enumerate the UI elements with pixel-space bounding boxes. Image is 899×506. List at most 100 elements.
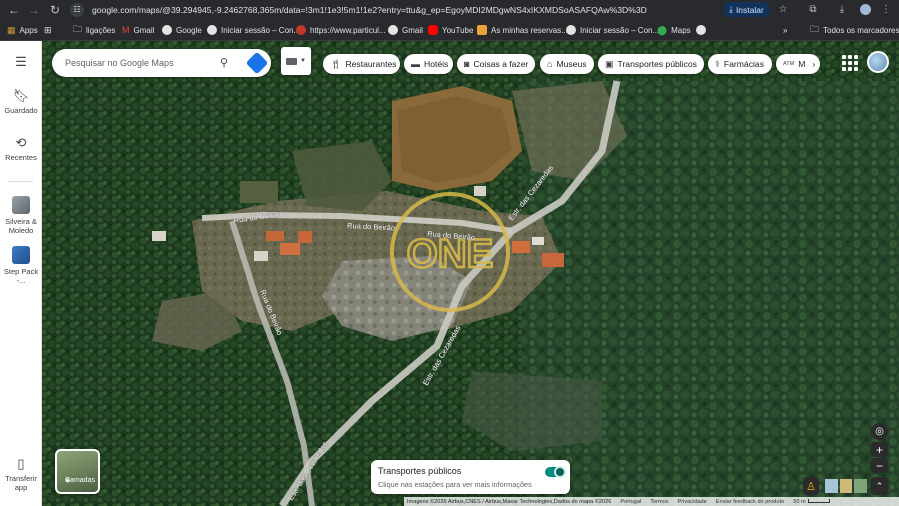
bookmark-particular[interactable]: https://www.particul... — [296, 22, 386, 38]
forward-icon[interactable]: → — [23, 0, 45, 19]
footer-country[interactable]: Portugal — [620, 499, 641, 505]
fork-knife-icon: 🍴︎ — [330, 58, 342, 69]
imagery-thumb[interactable] — [854, 479, 868, 493]
bookmark-ligacoes[interactable]: 🗀 ligações — [73, 22, 115, 38]
zoom-in-button[interactable]: + — [871, 442, 888, 457]
screen: ← → ↻ ☷ google.com/maps/@39.294945,-9.24… — [0, 0, 899, 506]
maps-pin-icon: ⬤ — [657, 24, 668, 35]
bookmark-star-icon[interactable]: ☆ — [774, 0, 792, 19]
site-icon — [477, 25, 487, 35]
chevron-right-icon[interactable]: › — [812, 59, 815, 69]
search-icon[interactable]: ⚲ — [220, 56, 228, 69]
footer-feedback[interactable]: Enviar feedback do produto — [716, 499, 784, 505]
recents-button[interactable]: ⟲ Recentes — [0, 135, 42, 163]
chip-atm[interactable]: ATM M › — [776, 54, 820, 74]
url-text[interactable]: google.com/maps/@39.294945,-9.2462768,36… — [92, 5, 647, 15]
bookmark-google[interactable]: Google — [162, 22, 202, 38]
map-canvas[interactable]: ONE Rua do Beirão Rua do Beirão Rua do B… — [42, 41, 899, 506]
back-icon[interactable]: ← — [3, 0, 25, 19]
scale-indicator[interactable]: 50 m — [793, 499, 830, 505]
zoom-out-button[interactable]: − — [871, 458, 888, 473]
google-icon — [388, 25, 398, 35]
chip-museus[interactable]: ⌂ Museus — [540, 54, 594, 74]
transit-card-subtitle: Clique nas estações para ver mais inform… — [378, 480, 532, 489]
bookmark-gmail[interactable]: M Gmail — [122, 22, 154, 38]
google-icon — [566, 25, 576, 35]
my-location-button[interactable]: ◎ — [871, 423, 888, 440]
phone-icon: ▯ — [17, 456, 25, 471]
search-box[interactable]: ⚲ — [52, 49, 271, 77]
install-app-button[interactable]: ⤓ Instalar — [723, 2, 770, 17]
place-thumbnail — [12, 246, 30, 264]
plus-icon: + — [875, 442, 883, 457]
tab-search-icon[interactable]: ⊞ — [44, 22, 52, 38]
install-label: Instalar — [735, 4, 764, 15]
train-icon: ▣ — [605, 58, 614, 69]
input-tools-button[interactable]: ▼ — [281, 47, 311, 75]
pegman-button[interactable]: ♙ — [803, 477, 819, 495]
imagery-thumb[interactable] — [839, 479, 853, 493]
extensions-icon[interactable]: ⧉ — [804, 0, 822, 19]
chip-transportes-publicos[interactable]: ▣ Transportes públicos — [598, 54, 704, 74]
transit-card-title: Transportes públicos — [378, 466, 462, 476]
bed-icon: ▬ — [411, 59, 420, 69]
gmail-icon: M — [122, 25, 130, 35]
account-avatar[interactable] — [867, 51, 889, 73]
footer-privacy[interactable]: Privacidade — [678, 499, 707, 505]
transit-toggle[interactable] — [545, 466, 566, 478]
address-bar[interactable]: ☷ google.com/maps/@39.294945,-9.2462768,… — [70, 1, 718, 18]
map-footer: Imagens ©2026 Airbus,CNES / Airbus,Maxar… — [404, 497, 899, 506]
all-bookmarks[interactable]: 🗀 Todos os marcadores — [810, 22, 899, 38]
imagery-thumbnails[interactable] — [825, 479, 868, 493]
chip-restaurantes[interactable]: 🍴︎ Restaurantes — [323, 54, 400, 74]
profile-avatar-icon[interactable] — [856, 0, 874, 19]
transfer-app-button[interactable]: ▯ Transferir app — [0, 456, 42, 493]
directions-icon[interactable] — [245, 51, 269, 75]
pegman-icon: ♙ — [806, 480, 816, 493]
site-icon — [296, 25, 306, 35]
recent-place-step-pack[interactable]: Step Pack -... — [0, 246, 42, 285]
bookmarks-overflow-icon[interactable]: » — [783, 22, 787, 38]
bookmark-reservas[interactable]: As minhas reservas... — [477, 22, 568, 38]
place-thumbnail — [12, 196, 30, 214]
satellite-imagery[interactable]: ONE Rua do Beirão Rua do Beirão Rua do B… — [42, 41, 899, 506]
imagery-attribution: Imagens ©2026 Airbus,CNES / Airbus,Maxar… — [407, 498, 612, 505]
pill-icon: ⚕ — [715, 58, 720, 69]
bookmark-iniciar-sessao-1[interactable]: Iniciar sessão – Con... — [207, 22, 300, 38]
keyboard-icon — [286, 57, 298, 65]
minus-icon: − — [875, 458, 883, 473]
transit-layer-card[interactable]: Transportes públicos Clique nas estações… — [371, 460, 570, 494]
imagery-thumb[interactable] — [825, 479, 838, 493]
chip-hoteis[interactable]: ▬ Hotéis — [404, 54, 453, 74]
bookmark-iniciar-sessao-2[interactable]: Iniciar sessão – Con... — [566, 22, 659, 38]
reload-icon[interactable]: ↻ — [44, 0, 66, 19]
bookmark-gmail-2[interactable]: Gmail — [388, 22, 423, 38]
bookmark-apps[interactable]: ▦ Apps — [7, 22, 38, 38]
menu-button[interactable]: ☰ — [0, 55, 42, 72]
chevron-up-icon: ⌃ — [875, 480, 884, 491]
layers-button[interactable]: ◈ Camadas — [55, 449, 100, 494]
expand-imagery-button[interactable]: ⌃ — [871, 477, 888, 495]
google-icon — [162, 25, 172, 35]
site-info-icon[interactable]: ☷ — [70, 2, 84, 17]
google-apps-icon[interactable] — [840, 53, 860, 73]
recent-place-silveira[interactable]: Silveira & Moledo — [0, 196, 42, 235]
museum-icon: ⌂ — [547, 59, 553, 69]
bookmark-icon: 🔖︎ — [12, 88, 30, 103]
footer-terms[interactable]: Termos — [650, 499, 668, 505]
bookmark-maps[interactable]: ⬤ Maps — [657, 22, 691, 38]
folder-icon: 🗀 — [73, 24, 83, 34]
bookmark-extra[interactable] — [696, 22, 706, 38]
google-icon — [207, 25, 217, 35]
browser-menu-icon[interactable]: ⋮ — [878, 0, 894, 19]
search-input[interactable] — [65, 58, 215, 68]
bookmarks-bar: ▦ Apps ⊞ 🗀 ligações M Gmail Google Inici… — [0, 19, 899, 41]
browser-toolbar: ← → ↻ ☷ google.com/maps/@39.294945,-9.24… — [0, 0, 899, 19]
apps-grid-icon: ▦ — [7, 24, 16, 35]
bookmark-youtube[interactable]: YouTube — [428, 22, 473, 38]
chip-coisas-a-fazer[interactable]: ◙ Coisas a fazer — [457, 54, 535, 74]
saved-button[interactable]: 🔖︎ Guardado — [0, 88, 42, 116]
history-icon: ⟲ — [15, 135, 27, 150]
download-icon[interactable]: ⤓ — [833, 0, 851, 19]
chip-farmacias[interactable]: ⚕ Farmácias — [708, 54, 772, 74]
